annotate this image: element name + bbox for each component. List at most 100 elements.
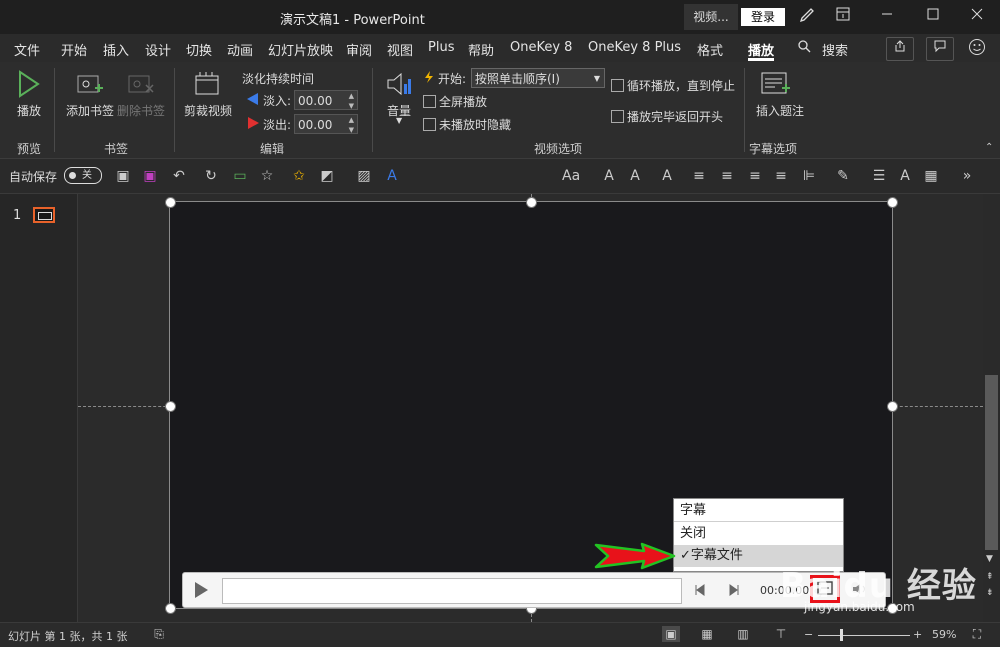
zoom-in-icon[interactable]: + <box>913 628 922 641</box>
accessibility-icon[interactable]: ⎘ <box>150 626 168 642</box>
tab-onekey8[interactable]: OneKey 8 <box>510 40 572 55</box>
increase-font-icon[interactable]: A <box>600 167 618 185</box>
tab-search[interactable]: 搜索 <box>822 40 848 59</box>
hide-when-not-playing-checkbox[interactable] <box>423 118 436 131</box>
zoom-out-icon[interactable]: − <box>804 628 813 641</box>
smiley-feedback-icon[interactable] <box>968 38 986 59</box>
maximize-icon[interactable] <box>922 6 944 28</box>
more-commands-icon[interactable]: » <box>958 167 976 185</box>
fade-in-input[interactable]: 00.00 ▲ ▼ <box>294 90 358 110</box>
next-slide-icon[interactable]: ⇟ <box>986 588 994 598</box>
textbox-icon[interactable]: A <box>383 167 401 185</box>
star-icon[interactable]: ☆ <box>258 167 276 185</box>
resize-handle-top-right[interactable] <box>887 197 898 208</box>
slideshow-view-icon[interactable]: ⊤ <box>772 626 790 642</box>
add-bookmark-icon[interactable] <box>76 72 104 101</box>
text-icon[interactable]: A <box>896 167 914 185</box>
resize-handle-top[interactable] <box>526 197 537 208</box>
rewind-checkbox[interactable] <box>611 110 624 123</box>
slide-icon[interactable]: ▭ <box>231 167 249 185</box>
minimize-icon[interactable] <box>876 6 898 28</box>
resize-handle-bottom-left[interactable] <box>165 603 176 614</box>
login-button[interactable]: 登录 <box>741 8 785 26</box>
spinner-arrows-icon[interactable]: ▲ ▼ <box>349 91 354 111</box>
video-play-icon[interactable] <box>192 580 210 603</box>
save-icon[interactable]: ▣ <box>141 167 159 185</box>
zoom-slider-thumb[interactable] <box>840 629 843 641</box>
tab-insert[interactable]: 插入 <box>103 40 129 59</box>
resize-handle-left[interactable] <box>165 401 176 412</box>
loop-checkbox[interactable] <box>611 79 624 92</box>
font-color-icon[interactable]: A <box>658 167 676 185</box>
tab-transitions[interactable]: 切换 <box>186 40 212 59</box>
tab-review[interactable]: 审阅 <box>346 40 372 59</box>
align-center-icon[interactable]: ≡ <box>718 167 736 185</box>
ribbon-display-icon[interactable] <box>832 6 854 28</box>
fade-in-value: 00.00 <box>298 94 333 108</box>
save-template-icon[interactable]: ▣ <box>114 167 132 185</box>
add-bookmark-button[interactable]: 添加书签 <box>66 102 114 119</box>
insert-captions-button[interactable]: 插入题注 <box>756 102 804 119</box>
undo-icon[interactable]: ↶ <box>170 167 188 185</box>
tab-onekey8-plus[interactable]: OneKey 8 Plus <box>588 40 681 55</box>
slide-sorter-icon[interactable]: ▦ <box>698 626 716 642</box>
table-icon[interactable]: ▦ <box>922 167 940 185</box>
change-case-icon[interactable]: Aa <box>562 167 580 185</box>
autosave-toggle[interactable]: 关 <box>64 167 102 184</box>
align-left-icon[interactable]: ≡ <box>690 167 708 185</box>
comment-icon[interactable] <box>926 37 954 61</box>
collapse-ribbon-icon[interactable]: ⌃ <box>985 142 993 153</box>
tab-design[interactable]: 设计 <box>145 40 171 59</box>
line-spacing-icon[interactable]: ☰ <box>870 167 888 185</box>
play-icon[interactable] <box>16 70 42 101</box>
tab-help[interactable]: 帮助 <box>468 40 494 59</box>
close-icon[interactable] <box>966 6 988 28</box>
tab-animations[interactable]: 动画 <box>227 40 253 59</box>
zoom-level[interactable]: 59% <box>932 628 956 641</box>
start-select[interactable]: 按照单击顺序(I) ▼ <box>471 68 605 88</box>
spinner-arrows-icon[interactable]: ▲ ▼ <box>349 115 354 135</box>
tab-slideshow[interactable]: 幻灯片放映 <box>268 40 333 59</box>
trim-video-icon[interactable] <box>194 70 220 101</box>
fit-to-window-icon[interactable]: ⛶ <box>968 626 986 642</box>
fade-out-input[interactable]: 00.00 ▲ ▼ <box>294 114 358 134</box>
play-button[interactable]: 播放 <box>17 102 41 119</box>
tab-plus[interactable]: Plus <box>428 40 454 55</box>
align-objects-icon[interactable]: ⊫ <box>800 167 818 185</box>
reading-view-icon[interactable]: ▥ <box>734 626 752 642</box>
skip-back-icon[interactable] <box>694 584 708 599</box>
pen-icon[interactable] <box>796 6 818 28</box>
tab-view[interactable]: 视图 <box>387 40 413 59</box>
zoom-slider[interactable] <box>818 635 910 636</box>
align-right-icon[interactable]: ≡ <box>746 167 764 185</box>
resize-handle-top-left[interactable] <box>165 197 176 208</box>
captions-off-item[interactable]: 关闭 <box>674 523 843 545</box>
share-icon[interactable] <box>886 37 914 61</box>
video-progress-track[interactable] <box>222 578 682 604</box>
previous-slide-icon[interactable]: ⇞ <box>986 572 994 582</box>
tab-home[interactable]: 开始 <box>61 40 87 59</box>
volume-icon[interactable] <box>386 70 414 101</box>
justify-icon[interactable]: ≡ <box>772 167 790 185</box>
redo-icon[interactable]: ↻ <box>202 167 220 185</box>
picture-icon[interactable]: ▨ <box>355 167 373 185</box>
slide-thumbnail[interactable] <box>33 207 55 223</box>
shapes-icon[interactable]: ◩ <box>318 167 336 185</box>
tab-playback[interactable]: 播放 <box>748 40 774 59</box>
trim-video-button[interactable]: 剪裁视频 <box>184 102 232 119</box>
sparkle-star-icon[interactable]: ✩ <box>290 167 308 185</box>
insert-captions-icon[interactable] <box>760 70 790 101</box>
volume-dropdown-icon[interactable]: ▼ <box>396 116 402 125</box>
tab-format[interactable]: 格式 <box>697 40 723 59</box>
fullscreen-checkbox[interactable] <box>423 95 436 108</box>
search-icon[interactable] <box>798 40 811 57</box>
resize-handle-right[interactable] <box>887 401 898 412</box>
tab-file[interactable]: 文件 <box>14 40 40 59</box>
decrease-font-icon[interactable]: A <box>626 167 644 185</box>
normal-view-icon[interactable]: ▣ <box>662 626 680 642</box>
video-tools-button[interactable]: 视频... <box>684 4 738 30</box>
skip-forward-icon[interactable] <box>726 584 740 599</box>
scrollbar-thumb[interactable] <box>985 375 998 550</box>
shape-outline-icon[interactable]: ✎ <box>834 167 852 185</box>
scroll-down-icon[interactable]: ▼ <box>986 554 993 564</box>
